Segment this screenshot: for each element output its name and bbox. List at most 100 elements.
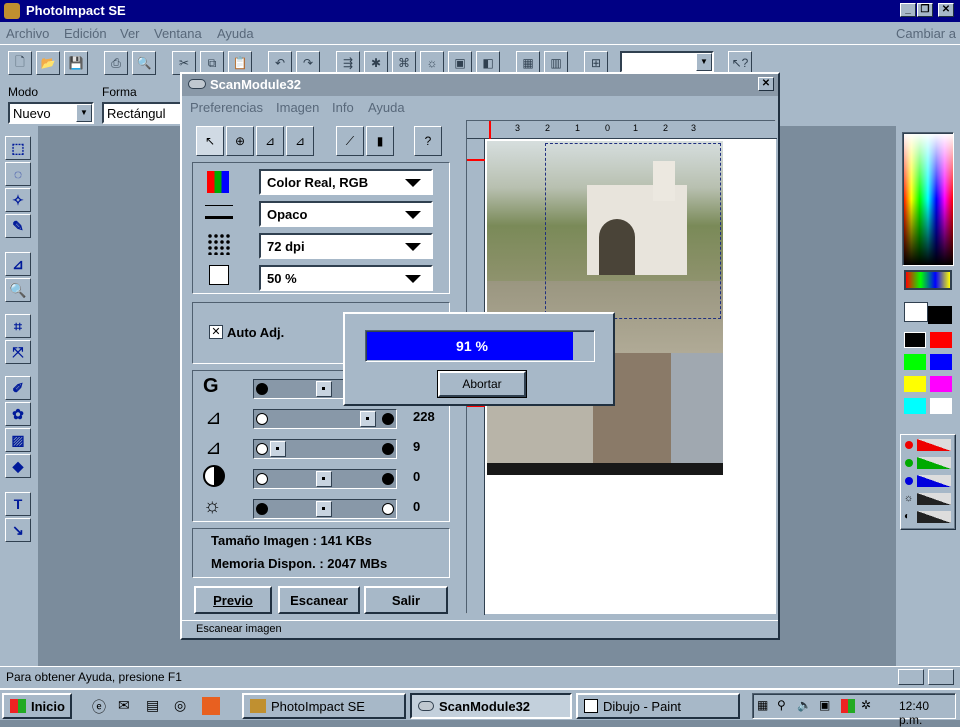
contrast-curve[interactable]: [917, 511, 951, 523]
brightness-slider[interactable]: [253, 499, 397, 519]
scan-menu-imagen[interactable]: Imagen: [276, 100, 319, 115]
channels-icon[interactable]: ◎: [174, 697, 186, 714]
abort-button[interactable]: Abortar: [437, 370, 527, 398]
blue-curve[interactable]: [917, 475, 951, 487]
mode-select[interactable]: Nuevo ▼: [8, 102, 94, 124]
task-photoimpact[interactable]: PhotoImpact SE: [242, 693, 406, 719]
app-title-bar[interactable]: PhotoImpact SE _ ❐ ✕: [0, 0, 960, 22]
color-mode-icon[interactable]: [904, 270, 952, 290]
bezier-tool-icon[interactable]: ✎: [5, 214, 31, 238]
gamma-min-knob[interactable]: [256, 383, 268, 395]
zoom-tool-icon[interactable]: 🔍: [5, 278, 31, 302]
transform-tool-icon[interactable]: ⤧: [5, 340, 31, 364]
restore-button[interactable]: ❐: [917, 3, 933, 17]
pick-tool-icon[interactable]: ⬚: [5, 136, 31, 160]
color-spectrum-picker[interactable]: [902, 132, 954, 266]
outlook-icon[interactable]: ✉: [118, 697, 130, 714]
task-scanmodule[interactable]: ScanModule32: [410, 693, 572, 719]
close-button[interactable]: ✕: [938, 3, 954, 17]
magic-wand-icon[interactable]: ✧: [5, 188, 31, 212]
eyedropper-tool-icon[interactable]: ⊿: [5, 252, 31, 276]
preview-photo[interactable]: [487, 141, 723, 475]
contrast-min-knob[interactable]: [256, 473, 268, 485]
tray-volume-icon[interactable]: 🔈: [797, 698, 812, 712]
tray-color-icon[interactable]: [841, 699, 855, 713]
highlight-min-knob[interactable]: [256, 413, 268, 425]
status-ruler-icon[interactable]: [898, 669, 924, 685]
open-folder-icon[interactable]: 📂: [36, 51, 60, 75]
curve-icon[interactable]: ⟋: [336, 126, 364, 156]
minimize-button[interactable]: _: [900, 3, 916, 17]
task-paint[interactable]: Dibujo - Paint: [576, 693, 740, 719]
desktop-icon[interactable]: ▤: [146, 697, 159, 714]
swatch-red[interactable]: [930, 332, 952, 348]
menu-ayuda[interactable]: Ayuda: [217, 26, 254, 41]
tray-network-icon[interactable]: ⚲: [777, 698, 786, 712]
shadow-thumb[interactable]: [270, 441, 286, 457]
background-color-swatch[interactable]: [904, 302, 928, 322]
app-icon[interactable]: [4, 3, 20, 19]
paint-tool-icon[interactable]: ✐: [5, 376, 31, 400]
lasso-tool-icon[interactable]: ◌: [5, 162, 31, 186]
menu-archivo[interactable]: Archivo: [6, 26, 49, 41]
highlight-slider[interactable]: [253, 409, 397, 429]
green-curve[interactable]: [917, 457, 951, 469]
shape-select[interactable]: Rectángul: [102, 102, 182, 124]
tray-settings-icon[interactable]: ✲: [861, 698, 871, 712]
save-icon[interactable]: 💾: [64, 51, 88, 75]
histogram-icon[interactable]: ▮: [366, 126, 394, 156]
menu-edicion[interactable]: Edición: [64, 26, 107, 41]
eyedropper-black-icon[interactable]: ⊿: [286, 126, 314, 156]
switch-to-link[interactable]: Cambiar a: [896, 26, 956, 41]
swatch-white[interactable]: [930, 398, 952, 414]
swatch-magenta[interactable]: [930, 376, 952, 392]
menu-ver[interactable]: Ver: [120, 26, 140, 41]
swatch-black[interactable]: [904, 332, 926, 348]
scan-title-bar[interactable]: ScanModule32 ✕: [182, 74, 778, 96]
contrast-thumb[interactable]: [316, 471, 332, 487]
clone-tool-icon[interactable]: ✿: [5, 402, 31, 426]
eyedropper-white-icon[interactable]: ⊿: [256, 126, 284, 156]
zoom-in-icon[interactable]: ⊕: [226, 126, 254, 156]
brightness-max-knob[interactable]: [382, 503, 394, 515]
zoom-combo[interactable]: ▼: [620, 51, 714, 73]
swatch-green[interactable]: [904, 354, 926, 370]
blue-channel-icon[interactable]: [905, 477, 913, 485]
quicklaunch-app-icon[interactable]: [202, 697, 220, 715]
brightness-curve[interactable]: [917, 493, 951, 505]
crop-tool-icon[interactable]: ⌗: [5, 314, 31, 338]
pointer-tool-icon[interactable]: ↖: [196, 126, 224, 156]
color-mode-select[interactable]: Color Real, RGB: [259, 169, 433, 195]
print-icon[interactable]: ⎙: [104, 51, 128, 75]
contrast-icon[interactable]: ◐: [904, 511, 910, 522]
auto-adjust-checkbox[interactable]: ✕: [209, 325, 223, 339]
swatch-blue[interactable]: [930, 354, 952, 370]
brightness-icon[interactable]: ☼: [904, 493, 913, 504]
tray-monitor-icon[interactable]: ▣: [819, 698, 830, 712]
contrast-slider[interactable]: [253, 469, 397, 489]
scale-select[interactable]: 50 %: [259, 265, 433, 291]
text-tool-icon[interactable]: T: [5, 492, 31, 516]
exit-button[interactable]: Salir: [364, 586, 448, 614]
scan-menu-preferencias[interactable]: Preferencias: [190, 100, 263, 115]
scan-button[interactable]: Escanear: [278, 586, 360, 614]
red-curve[interactable]: [917, 439, 951, 451]
foreground-color-swatch[interactable]: [928, 306, 952, 324]
tray-scheduler-icon[interactable]: ▦: [757, 698, 768, 712]
print-preview-icon[interactable]: 🔍: [132, 51, 156, 75]
ie-icon[interactable]: ⓔ: [92, 697, 106, 717]
highlight-thumb[interactable]: [360, 411, 376, 427]
fill-tool-icon[interactable]: ◆: [5, 454, 31, 478]
gamma-thumb[interactable]: [316, 381, 332, 397]
scan-close-button[interactable]: ✕: [758, 77, 774, 91]
clock[interactable]: 12:40 p.m.: [899, 699, 955, 727]
context-help-icon[interactable]: ?: [414, 126, 442, 156]
swatch-cyan[interactable]: [904, 398, 926, 414]
brightness-min-knob[interactable]: [256, 503, 268, 515]
scan-menu-info[interactable]: Info: [332, 100, 354, 115]
red-channel-icon[interactable]: [905, 441, 913, 449]
retouch-tool-icon[interactable]: ▨: [5, 428, 31, 452]
scan-menu-ayuda[interactable]: Ayuda: [368, 100, 405, 115]
green-channel-icon[interactable]: [905, 459, 913, 467]
preview-button[interactable]: Previo: [194, 586, 272, 614]
